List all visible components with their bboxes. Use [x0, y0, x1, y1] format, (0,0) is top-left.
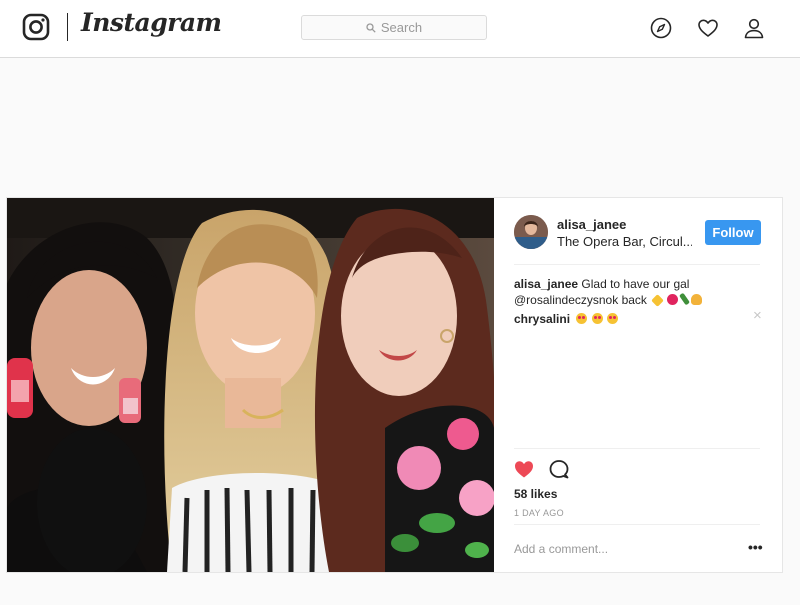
praying-hands-emoji-icon: [691, 294, 703, 305]
post-photo[interactable]: [7, 198, 494, 572]
caption-text: Glad to have our gal: [581, 277, 690, 291]
post-age[interactable]: 1 DAY AGO: [514, 508, 564, 518]
post-sidebar: alisa_janee The Opera Bar, Circul... Fol…: [494, 198, 782, 572]
instagram-wordmark[interactable]: Instagram: [81, 8, 222, 37]
user-icon[interactable]: [743, 17, 765, 39]
heart-eyes-emoji-icon: [576, 313, 588, 324]
caption-suffix: back: [621, 293, 647, 307]
sparkles-emoji-icon: [651, 294, 665, 307]
more-options-icon[interactable]: •••: [748, 539, 763, 555]
follow-button[interactable]: Follow: [705, 220, 761, 245]
comment-icon[interactable]: [548, 458, 570, 480]
comment-divider: [514, 524, 760, 525]
compass-icon[interactable]: [650, 17, 672, 39]
comment-author[interactable]: chrysalini: [514, 312, 570, 326]
post-photo-image: [7, 198, 494, 572]
likes-count[interactable]: 58 likes: [514, 487, 557, 501]
post-header: alisa_janee The Opera Bar, Circul... Fol…: [494, 198, 782, 264]
caption-author[interactable]: alisa_janee: [514, 277, 578, 291]
header-divider: [514, 264, 760, 265]
heart-eyes-emoji-icon: [591, 313, 603, 324]
actions-divider: [514, 448, 760, 449]
heart-eyes-emoji-icon: [607, 313, 619, 324]
caption-mention[interactable]: @rosalindeczysnok: [514, 293, 618, 307]
search-placeholder: Search: [380, 20, 423, 35]
red-heart-emoji-icon: [666, 294, 678, 305]
search-input[interactable]: Search: [301, 15, 487, 40]
heart-icon[interactable]: [697, 17, 719, 39]
post-card: alisa_janee The Opera Bar, Circul... Fol…: [6, 197, 783, 573]
add-comment-input[interactable]: Add a comment...: [514, 542, 608, 556]
instagram-glyph-icon[interactable]: [22, 13, 50, 41]
avatar-image: [514, 215, 548, 249]
close-icon[interactable]: ×: [753, 308, 765, 323]
comment-row: chrysalini: [514, 311, 619, 327]
caption: alisa_janee Glad to have our gal @rosali…: [514, 276, 744, 308]
champagne-emoji-icon: [678, 292, 690, 306]
avatar[interactable]: [514, 215, 548, 249]
post-username[interactable]: alisa_janee: [557, 217, 626, 232]
top-bar: Instagram Search: [0, 0, 800, 58]
like-heart-icon[interactable]: [513, 458, 535, 480]
search-icon: [366, 22, 376, 33]
post-location[interactable]: The Opera Bar, Circul...: [557, 234, 692, 249]
logo-divider: [67, 13, 68, 41]
